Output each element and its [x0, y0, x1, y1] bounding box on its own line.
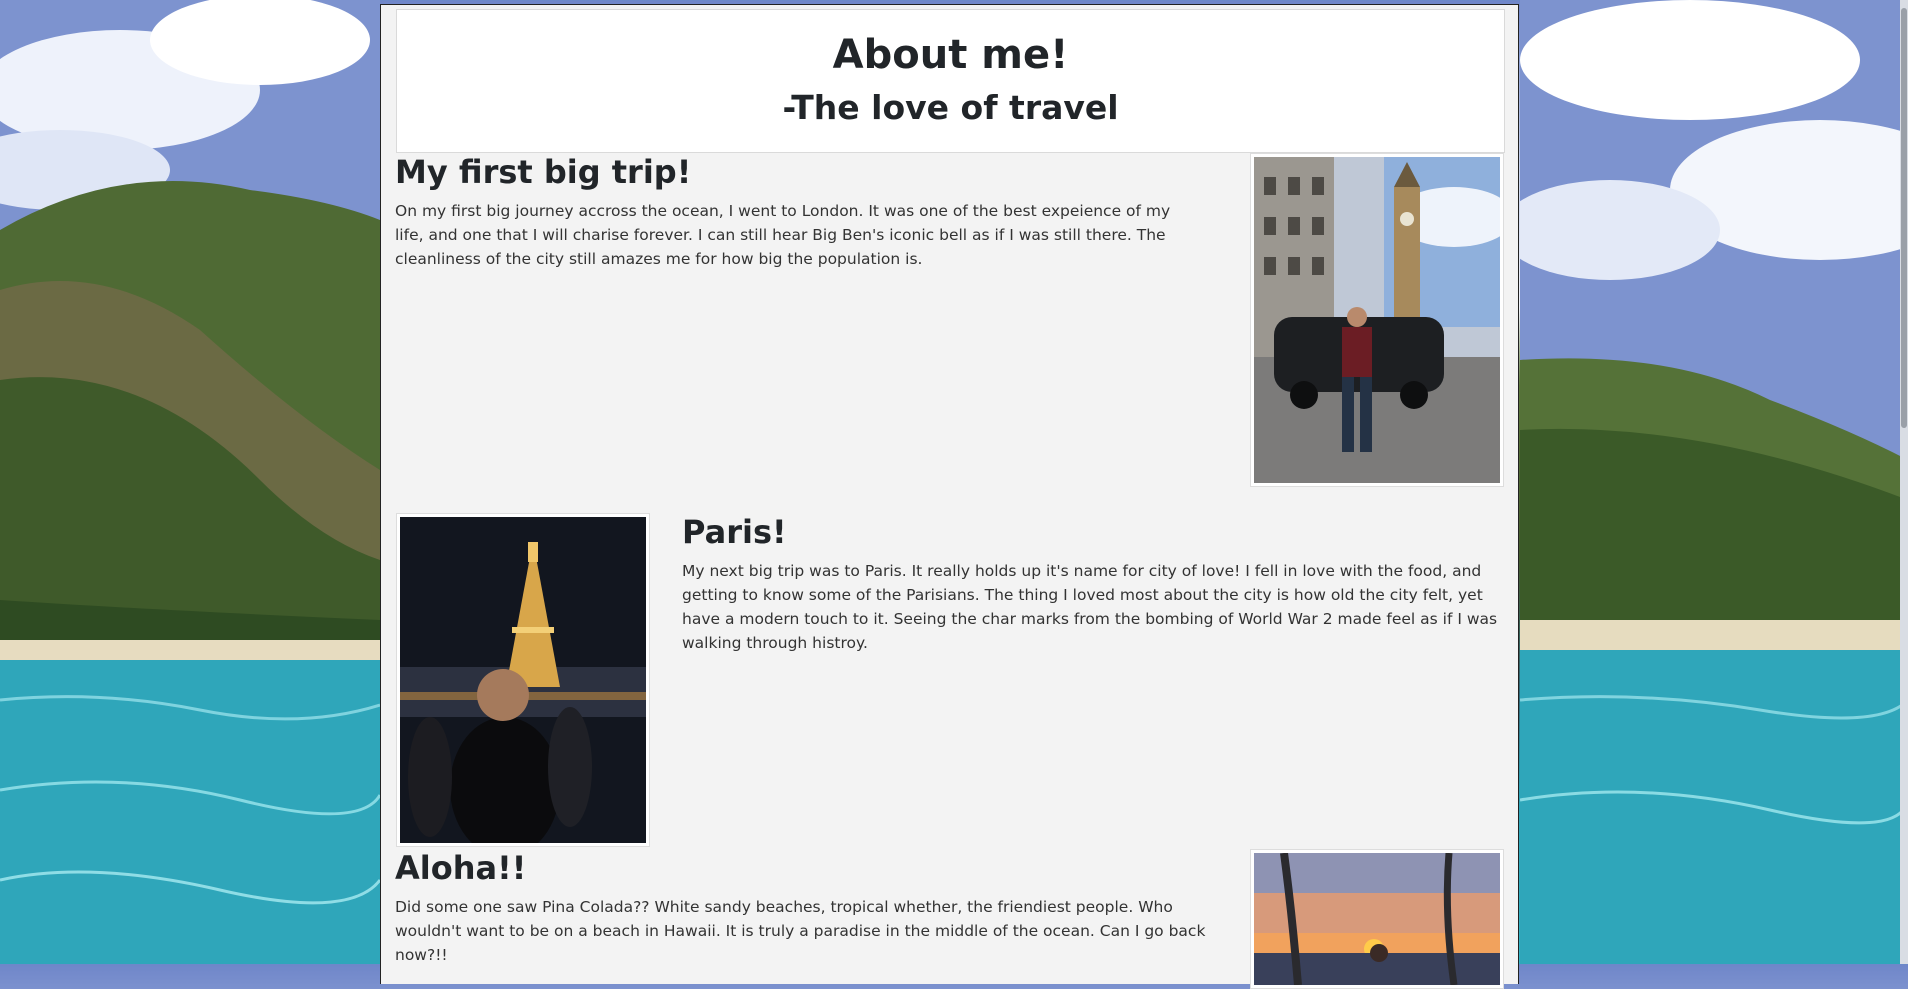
background-scenery-right	[1520, 0, 1908, 964]
scrollbar-thumb[interactable]	[1901, 8, 1907, 428]
paris-photo	[396, 513, 650, 847]
section-title-hawaii: Aloha!!	[395, 849, 527, 887]
page-subtitle: -The love of travel	[782, 88, 1119, 127]
section-text-paris: My next big trip was to Paris. It really…	[682, 562, 1498, 652]
section-title-london: My first big trip!	[395, 153, 692, 191]
hawaii-photo	[1250, 849, 1504, 989]
background-scenery-left	[0, 0, 380, 964]
section-title-paris: Paris!	[682, 513, 787, 551]
london-photo	[1250, 153, 1504, 487]
section-text-london: On my first big journey accross the ocea…	[395, 202, 1171, 268]
page-header: About me! -The love of travel	[396, 9, 1505, 153]
scrollbar[interactable]	[1900, 0, 1908, 964]
section-text-hawaii: Did some one saw Pina Colada?? White san…	[395, 898, 1206, 964]
page-title: About me!	[832, 32, 1069, 78]
content-panel: About me! -The love of travel My first b…	[380, 4, 1519, 989]
